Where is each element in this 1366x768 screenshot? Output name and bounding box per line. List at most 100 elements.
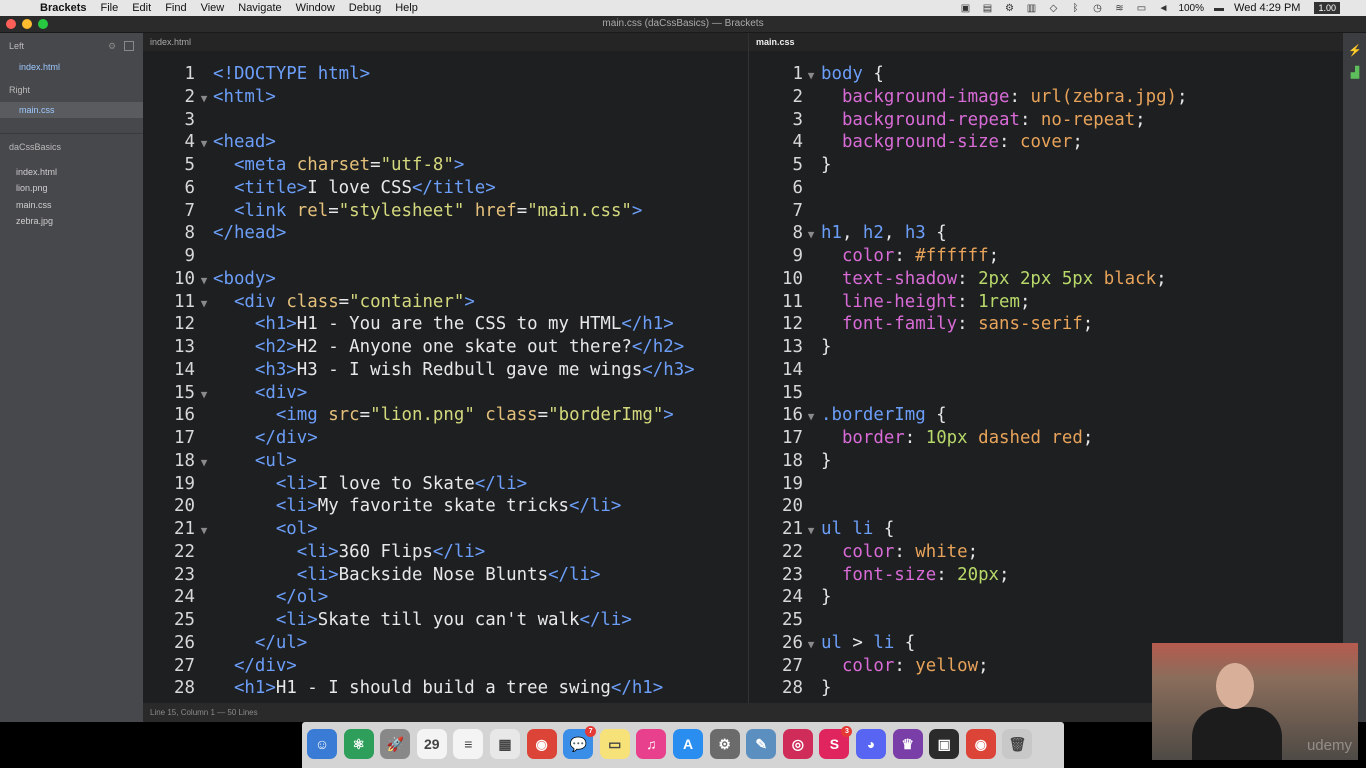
code-text[interactable]: .borderImg {: [821, 405, 947, 425]
code-text[interactable]: <body>: [213, 269, 276, 289]
atom-icon[interactable]: ⚛: [343, 729, 374, 759]
slack-icon[interactable]: S3: [819, 726, 853, 759]
code-text[interactable]: background-repeat: no-repeat;: [821, 110, 1146, 130]
airplay-icon[interactable]: ▭: [1134, 3, 1148, 14]
chrome-2-icon[interactable]: ◉: [965, 729, 996, 759]
menu-find[interactable]: Find: [165, 2, 186, 14]
code-line[interactable]: 26 </ul>: [143, 632, 307, 655]
code-line[interactable]: 12 font-family: sans-serif;: [749, 313, 1093, 336]
fold-arrow-icon[interactable]: ▼: [197, 292, 211, 315]
code-line[interactable]: 20: [749, 495, 821, 518]
brackets-icon[interactable]: ▣: [929, 729, 960, 759]
code-text[interactable]: <h1>H1 - I should build a tree swing</h1…: [213, 678, 663, 698]
launchpad-icon[interactable]: 🚀: [380, 729, 411, 759]
code-line[interactable]: 28 <h1>H1 - I should build a tree swing<…: [143, 677, 663, 700]
working-file-right[interactable]: main.css: [19, 105, 55, 115]
app-store-icon[interactable]: A: [673, 729, 703, 759]
project-name[interactable]: daCssBasics: [9, 142, 61, 152]
code-text[interactable]: }: [821, 337, 831, 357]
code-line[interactable]: 13 <h2>H2 - Anyone one skate out there?<…: [143, 336, 684, 359]
left-editor[interactable]: 1 <!DOCTYPE html> 2 ▼ <html> 3 4 ▼ <head> 5 <meta…: [143, 51, 748, 703]
code-text[interactable]: <meta charset="utf-8">: [213, 155, 464, 175]
chrome-icon[interactable]: ◉: [526, 729, 557, 759]
menu-edit[interactable]: Edit: [132, 2, 151, 14]
fold-arrow-icon[interactable]: ▼: [197, 451, 211, 474]
code-text[interactable]: color: #ffffff;: [821, 246, 999, 266]
code-line[interactable]: 4 ▼ <head>: [143, 131, 276, 154]
code-line[interactable]: 2 background-image: url(zebra.jpg);: [749, 86, 1188, 109]
apple-menu-icon[interactable]: [12, 1, 26, 15]
code-text[interactable]: text-shadow: 2px 2px 5px black;: [821, 269, 1167, 289]
menu-debug[interactable]: Debug: [349, 2, 381, 14]
code-line[interactable]: 15: [749, 382, 821, 405]
code-text[interactable]: <li>I love to Skate</li>: [213, 474, 527, 494]
time-machine-icon[interactable]: ◷: [1090, 3, 1104, 14]
code-line[interactable]: 6 <title>I love CSS</title>: [143, 177, 496, 200]
code-line[interactable]: 3 background-repeat: no-repeat;: [749, 109, 1146, 132]
code-text[interactable]: <li>Backside Nose Blunts</li>: [213, 565, 601, 585]
calendar-icon[interactable]: 29: [416, 729, 447, 759]
fold-arrow-icon[interactable]: ▼: [197, 519, 211, 542]
code-line[interactable]: 22 <li>360 Flips</li>: [143, 541, 485, 564]
tree-item-lion-png[interactable]: lion.png: [16, 183, 48, 193]
code-line[interactable]: 14 <h3>H3 - I wish Redbull gave me wings…: [143, 359, 695, 382]
code-text[interactable]: <!DOCTYPE html>: [213, 64, 370, 84]
code-line[interactable]: 24 </ol>: [143, 586, 328, 609]
code-text[interactable]: body {: [821, 64, 884, 84]
code-line[interactable]: 17 </div>: [143, 427, 318, 450]
live-preview-icon[interactable]: ⚡: [1348, 45, 1362, 57]
discord-icon[interactable]: ◕: [856, 729, 886, 759]
fold-arrow-icon[interactable]: ▼: [804, 223, 818, 246]
code-line[interactable]: 18}: [749, 450, 831, 473]
code-text[interactable]: h1, h2, h3 {: [821, 223, 947, 243]
code-text[interactable]: font-family: sans-serif;: [821, 314, 1093, 334]
code-line[interactable]: 25: [749, 609, 821, 632]
code-text[interactable]: </ul>: [213, 633, 307, 653]
photo-booth-icon[interactable]: ◎: [782, 729, 813, 759]
reminders-icon[interactable]: ≡: [453, 729, 484, 759]
preview-icon[interactable]: ✎: [746, 729, 777, 759]
code-line[interactable]: 18 ▼ <ul>: [143, 450, 297, 473]
fold-arrow-icon[interactable]: ▼: [197, 269, 211, 292]
code-text[interactable]: color: white;: [821, 542, 978, 562]
code-line[interactable]: 27 </div>: [143, 655, 297, 678]
code-text[interactable]: }: [821, 451, 831, 471]
wifi-icon[interactable]: ≋: [1112, 3, 1126, 14]
code-line[interactable]: 10 text-shadow: 2px 2px 5px black;: [749, 268, 1167, 291]
code-line[interactable]: 7: [749, 200, 821, 223]
code-line[interactable]: 22 color: white;: [749, 541, 978, 564]
code-line[interactable]: 27 color: yellow;: [749, 655, 989, 678]
code-line[interactable]: 28}: [749, 677, 831, 700]
code-line[interactable]: 23 <li>Backside Nose Blunts</li>: [143, 564, 600, 587]
code-text[interactable]: <li>360 Flips</li>: [213, 542, 485, 562]
code-line[interactable]: 1 ▼ body {: [749, 63, 884, 86]
code-line[interactable]: 2 ▼ <html>: [143, 86, 276, 109]
code-text[interactable]: <img src="lion.png" class="borderImg">: [213, 405, 674, 425]
code-line[interactable]: 15 ▼ <div>: [143, 382, 307, 405]
code-line[interactable]: 19: [749, 473, 821, 496]
tree-item-main-css[interactable]: main.css: [16, 200, 52, 210]
code-text[interactable]: <html>: [213, 87, 276, 107]
gear-icon[interactable]: ⚙: [108, 41, 118, 51]
code-text[interactable]: <div>: [213, 383, 307, 403]
split-view-icon[interactable]: [124, 41, 134, 51]
code-line[interactable]: 25 <li>Skate till you can't walk</li>: [143, 609, 632, 632]
notes-icon[interactable]: ▭: [599, 729, 630, 759]
code-text[interactable]: }: [821, 587, 831, 607]
code-line[interactable]: 13}: [749, 336, 831, 359]
volume-icon[interactable]: ◄: [1156, 3, 1170, 14]
grid-icon[interactable]: ▦: [490, 729, 520, 759]
code-text[interactable]: <li>My favorite skate tricks</li>: [213, 496, 622, 516]
menu-window[interactable]: Window: [296, 2, 335, 14]
fold-arrow-icon[interactable]: ▼: [804, 64, 818, 87]
code-text[interactable]: <ul>: [213, 451, 297, 471]
code-text[interactable]: <title>I love CSS</title>: [213, 178, 496, 198]
battery-percent[interactable]: 100%: [1178, 3, 1204, 14]
trash-icon[interactable]: 🗑: [1002, 729, 1033, 759]
code-line[interactable]: 17 border: 10px dashed red;: [749, 427, 1093, 450]
code-line[interactable]: 23 font-size: 20px;: [749, 564, 1009, 587]
code-text[interactable]: ul > li {: [821, 633, 915, 653]
code-line[interactable]: 21 ▼ ul li {: [749, 518, 894, 541]
code-text[interactable]: border: 10px dashed red;: [821, 428, 1093, 448]
code-line[interactable]: 24}: [749, 586, 831, 609]
